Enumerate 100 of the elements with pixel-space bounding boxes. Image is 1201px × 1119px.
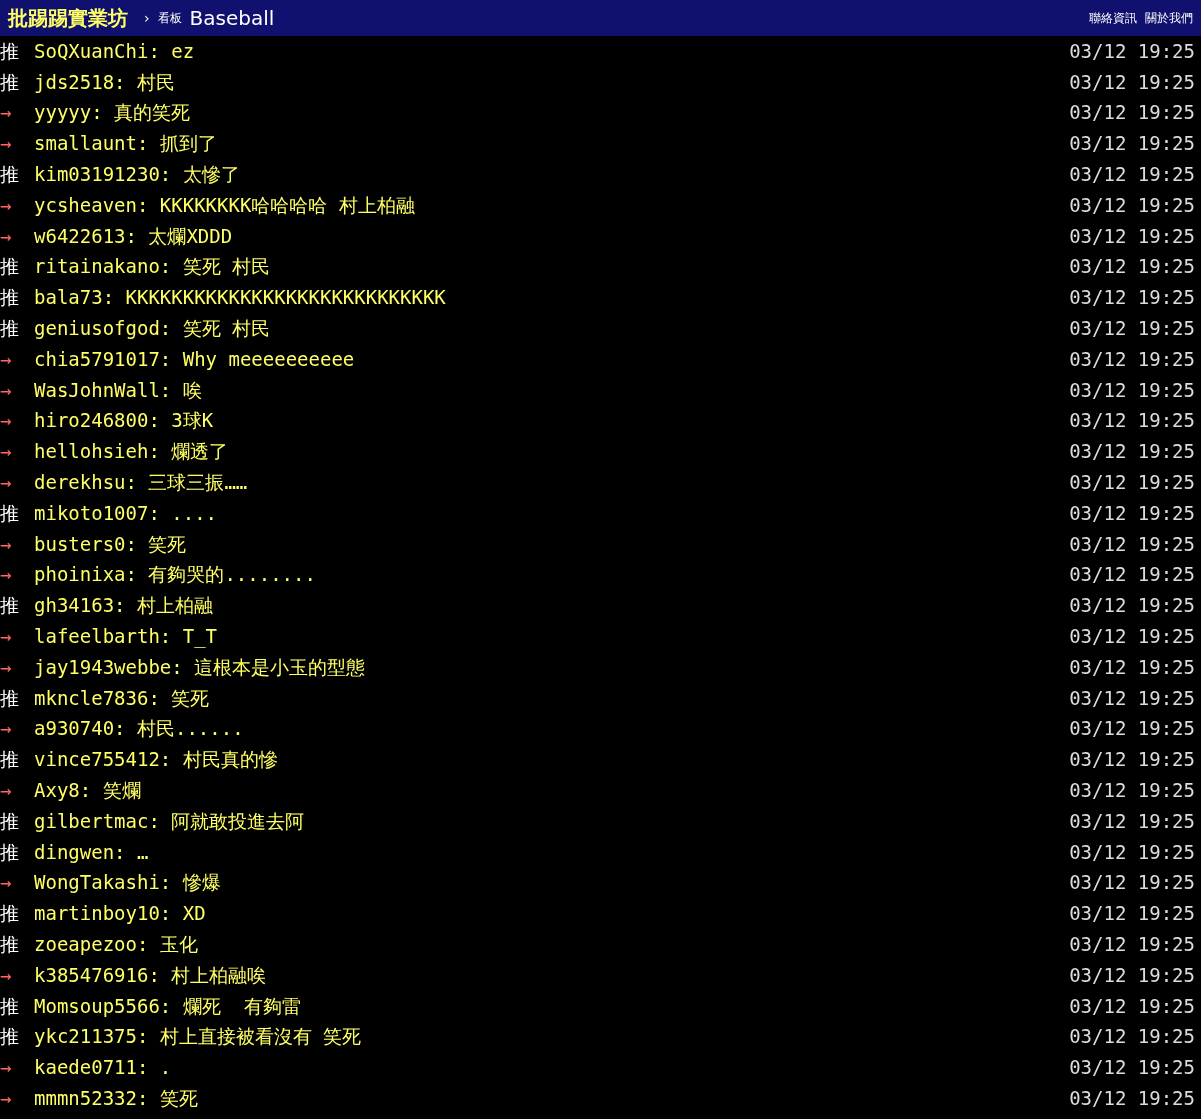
nav-link[interactable]: 關於我們 — [1145, 9, 1193, 27]
board-name[interactable]: Baseball — [189, 3, 275, 33]
push-time: 03/12 19:25 — [1069, 473, 1196, 493]
push-user[interactable]: hellohsieh — [34, 442, 149, 462]
push-user[interactable]: gh34163 — [34, 596, 115, 616]
push-time: 03/12 19:25 — [1069, 226, 1196, 246]
push-user[interactable]: kaede0711 — [34, 1058, 137, 1078]
push-time: 03/12 19:25 — [1069, 349, 1196, 369]
push-time: 03/12 19:25 — [1069, 657, 1196, 677]
push-user[interactable]: mmmn52332 — [34, 1089, 137, 1108]
push-user[interactable]: dingwen — [34, 842, 115, 862]
push-time: 03/12 19:25 — [1069, 781, 1196, 800]
push-user[interactable]: martinboy10 — [34, 904, 160, 924]
push-content: : XD — [159, 904, 206, 924]
push-content: : . — [136, 1058, 172, 1078]
push-content: : 太慘了 — [159, 165, 240, 185]
push-tag: → — [0, 534, 34, 554]
push-tag: → — [0, 380, 34, 400]
push-user[interactable]: yyyyy — [34, 103, 92, 123]
push-tag: 推 — [0, 750, 34, 770]
push-tag: → — [0, 442, 34, 462]
push-tag: 推 — [0, 842, 34, 862]
push-user[interactable]: Momsoup5566 — [34, 996, 160, 1016]
breadcrumb-separator: › — [144, 8, 150, 28]
push-time: 03/12 19:25 — [1069, 503, 1196, 523]
push-content: : 唉 — [159, 380, 202, 400]
push-content: : 村上柏融唉 — [148, 965, 267, 985]
push-user[interactable]: k385476916 — [34, 965, 149, 985]
push-tag: 推 — [0, 165, 34, 185]
push-time: 03/12 19:25 — [1069, 688, 1196, 708]
push-tag: → — [0, 134, 34, 154]
push-content: : 3球K — [148, 411, 214, 431]
push-content: : 玉化 — [136, 935, 198, 954]
push-tag: → — [0, 473, 34, 493]
push-tag: 推 — [0, 596, 34, 616]
push-user[interactable]: mikoto1007 — [34, 503, 149, 523]
push-user[interactable]: vince755412 — [34, 750, 160, 770]
push-time: 03/12 19:25 — [1069, 935, 1196, 954]
push-time: 03/12 19:25 — [1069, 534, 1196, 554]
push-user[interactable]: WasJohnWall — [34, 380, 160, 400]
push-time: 03/12 19:25 — [1069, 873, 1196, 893]
push-user[interactable]: jay1943webbe — [34, 657, 172, 677]
push-user[interactable]: hiro246800 — [34, 411, 149, 431]
push-time: 03/12 19:25 — [1069, 41, 1196, 61]
push-tag: → — [0, 349, 34, 369]
push-content: : 爛死 有夠雷 — [159, 996, 301, 1016]
nav-link[interactable]: 聯絡資訊 — [1089, 9, 1137, 27]
push-content: : 抓到了 — [136, 134, 217, 154]
push-tag: → — [0, 195, 34, 215]
push-time: 03/12 19:25 — [1069, 257, 1196, 277]
push-content: : 村民...... — [114, 719, 244, 739]
push-content: : ez — [148, 41, 195, 61]
push-content: : 這根本是小玉的型態 — [171, 657, 366, 677]
site-logo[interactable]: 批踢踢實業坊 — [8, 3, 128, 33]
push-time: 03/12 19:25 — [1069, 565, 1196, 585]
push-user[interactable]: mkncle7836 — [34, 688, 149, 708]
push-user[interactable]: smallaunt — [34, 134, 137, 154]
push-content: : 村上柏融 — [114, 596, 213, 616]
push-user[interactable]: lafeelbarth — [34, 627, 160, 647]
push-user[interactable]: gilbertmac — [34, 811, 149, 831]
push-user[interactable]: bala73 — [34, 288, 103, 308]
push-user[interactable]: busters0 — [34, 534, 126, 554]
push-user[interactable]: phoinixa — [34, 565, 126, 585]
push-time: 03/12 19:25 — [1069, 996, 1196, 1016]
push-user[interactable]: w6422613 — [34, 226, 126, 246]
push-content: : 阿就敢投進去阿 — [148, 811, 305, 831]
push-user[interactable]: Axy8 — [34, 781, 80, 800]
push-tag: → — [0, 781, 34, 800]
push-time: 03/12 19:25 — [1069, 1027, 1196, 1047]
push-content: : 笑爛 — [79, 781, 141, 800]
push-content: : 笑死 — [125, 534, 187, 554]
push-content: : 笑死 村民 — [159, 257, 271, 277]
push-user[interactable]: ritainakano — [34, 257, 160, 277]
push-time: 03/12 19:25 — [1069, 750, 1196, 770]
push-user[interactable]: kim03191230 — [34, 165, 160, 185]
push-tag: 推 — [0, 41, 34, 61]
push-user[interactable]: derekhsu — [34, 473, 126, 493]
push-user[interactable]: ycsheaven — [34, 195, 137, 215]
push-user[interactable]: SoQXuanChi — [34, 41, 149, 61]
push-user[interactable]: zoeapezoo — [34, 935, 137, 954]
push-user[interactable]: a930740 — [34, 719, 115, 739]
board-label: 看板 — [157, 10, 182, 27]
push-time: 03/12 19:25 — [1069, 627, 1196, 647]
push-user[interactable]: geniusofgod — [34, 319, 160, 339]
push-tag: → — [0, 1089, 34, 1108]
push-content: : 村上直接被看沒有 笑死 — [136, 1027, 362, 1047]
push-time: 03/12 19:25 — [1069, 1058, 1196, 1078]
push-user[interactable]: ykc211375 — [34, 1027, 137, 1047]
push-user[interactable]: jds2518 — [34, 72, 115, 92]
push-content: : … — [114, 842, 149, 862]
push-tag: → — [0, 565, 34, 585]
push-user[interactable]: WongTakashi — [34, 873, 160, 893]
push-content: : T_T — [159, 627, 218, 647]
push-tag: 推 — [0, 996, 34, 1016]
push-time: 03/12 19:25 — [1069, 1089, 1196, 1108]
push-tag: → — [0, 965, 34, 985]
push-user[interactable]: chia5791017 — [34, 349, 160, 369]
push-tag: 推 — [0, 72, 34, 92]
push-time: 03/12 19:25 — [1069, 195, 1196, 215]
push-content: : 慘爆 — [159, 873, 221, 893]
